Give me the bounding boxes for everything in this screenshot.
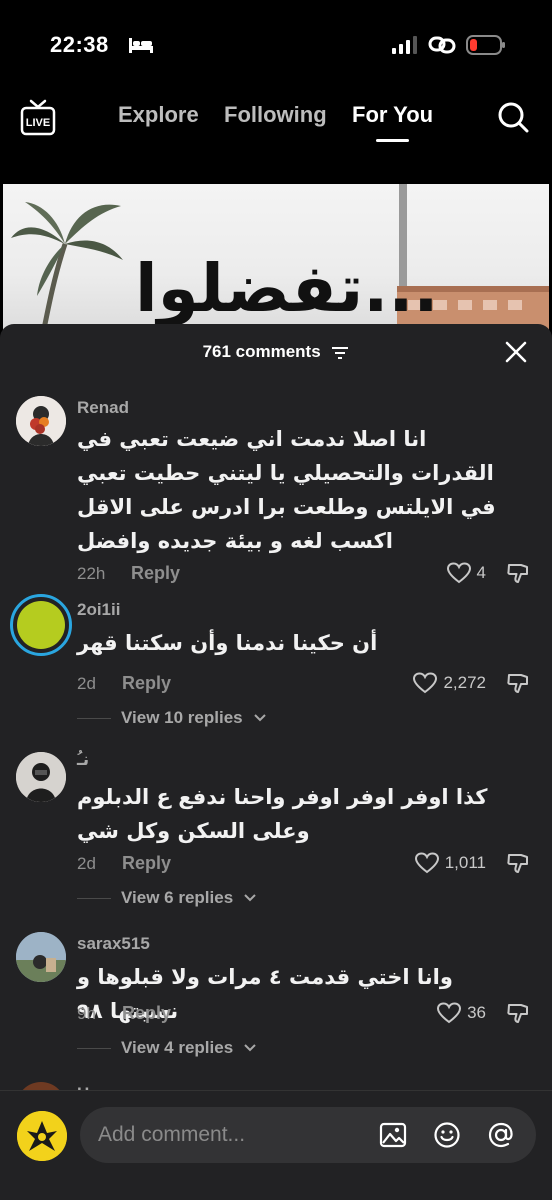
view-replies-row[interactable]: View 4 replies	[77, 1038, 257, 1058]
view-replies-button[interactable]: View 10 replies	[121, 708, 243, 728]
tab-for-you[interactable]: For You	[352, 102, 433, 128]
avatar-person-image	[16, 752, 66, 802]
like-button[interactable]: 4	[446, 562, 486, 584]
cellular-signal-icon	[392, 36, 417, 54]
replies-divider	[77, 897, 111, 899]
comment-username[interactable]: Renad	[77, 398, 129, 418]
comment-text: كذا اوفر اوفر اوفر واحنا ندفع ع الدبلوم …	[77, 785, 488, 843]
avatar[interactable]	[16, 932, 66, 982]
chevron-down-icon	[244, 1044, 256, 1052]
view-replies-button[interactable]: View 4 replies	[121, 1038, 233, 1058]
heart-icon	[413, 672, 438, 694]
view-replies-row[interactable]: View 10 replies	[77, 708, 267, 728]
battery-icon	[466, 35, 505, 55]
emoji-icon[interactable]	[433, 1121, 461, 1149]
reply-button[interactable]: Reply	[131, 563, 180, 584]
hotspot-link-icon	[428, 36, 456, 54]
comment-text: انا اصلا ندمت اني ضيعت تعبي في القدرات و…	[77, 427, 496, 553]
heart-icon	[414, 852, 439, 874]
comment-timestamp: 2d	[77, 674, 96, 693]
top-navigation: LIVE Explore Following For You	[0, 90, 552, 180]
comment-item: 2oi1ii أن حكينا ندمنا وأن سكتنا قهر 2d R…	[0, 594, 552, 734]
avatar[interactable]	[16, 752, 66, 802]
video-frame: تفضلوا...	[3, 184, 549, 330]
replies-divider	[77, 717, 111, 719]
comment-timestamp: 9h	[77, 1004, 96, 1023]
like-count: 4	[476, 563, 486, 582]
like-count: 2,272	[443, 673, 486, 692]
avatar[interactable]	[10, 594, 72, 656]
video-preview[interactable]: تفضلوا...	[0, 180, 552, 330]
replies-divider	[77, 1047, 111, 1049]
view-replies-row[interactable]: View 6 replies	[77, 888, 257, 908]
comment-count: 761 comments	[202, 342, 321, 361]
comment-timestamp: 22h	[77, 564, 106, 583]
comment-input[interactable]	[80, 1107, 536, 1163]
view-replies-button[interactable]: View 6 replies	[121, 888, 233, 908]
comment-username[interactable]: sarax515	[77, 934, 150, 954]
comment-item: نـُ كذا اوفر اوفر اوفر واحنا ندفع ع الدب…	[0, 750, 552, 910]
chevron-down-icon	[244, 894, 256, 902]
like-count: 1,011	[444, 853, 486, 872]
avatar-landscape-image	[16, 932, 66, 982]
avatar-green-circle	[17, 601, 65, 649]
comments-header: 761 comments	[0, 324, 552, 380]
reply-button[interactable]: Reply	[122, 1003, 171, 1024]
reply-button[interactable]: Reply	[122, 853, 171, 874]
my-avatar[interactable]	[17, 1111, 67, 1161]
reply-button[interactable]: Reply	[122, 673, 171, 694]
dislike-icon[interactable]	[506, 561, 530, 585]
live-tv-icon[interactable]: LIVE	[20, 98, 56, 138]
image-icon[interactable]	[379, 1121, 407, 1149]
dislike-icon[interactable]	[506, 851, 530, 875]
tab-explore[interactable]: Explore	[118, 102, 199, 128]
comment-text: أن حكينا ندمنا وأن سكتنا قهر	[77, 631, 378, 655]
svg-text:LIVE: LIVE	[26, 117, 50, 129]
active-tab-indicator	[376, 139, 409, 142]
heart-icon	[437, 1002, 462, 1024]
avatar[interactable]	[16, 396, 66, 446]
like-button[interactable]: 36	[437, 1002, 486, 1024]
comment-composer	[0, 1090, 552, 1200]
like-button[interactable]: 1,011	[414, 852, 486, 874]
dislike-icon[interactable]	[506, 671, 530, 695]
status-time: 22:38	[50, 32, 109, 57]
tab-following[interactable]: Following	[224, 102, 327, 128]
like-button[interactable]: 2,272	[413, 672, 486, 694]
status-bar: 22:38	[0, 0, 552, 90]
close-icon[interactable]	[504, 340, 528, 364]
sleep-bed-icon	[129, 38, 153, 53]
comment-timestamp: 2d	[77, 854, 96, 873]
mention-icon[interactable]	[487, 1121, 515, 1149]
comment-item: Renad انا اصلا ندمت اني ضيعت تعبي في الق…	[0, 394, 552, 604]
dislike-icon[interactable]	[506, 1001, 530, 1025]
comments-title: 761 comments	[0, 342, 552, 362]
avatar-character-image	[17, 1111, 67, 1161]
comment-username[interactable]: نـُ	[77, 750, 89, 770]
search-icon[interactable]	[496, 100, 530, 134]
comments-sheet: 761 comments Renad انا اصلا ندمت اني ضيع…	[0, 324, 552, 1200]
comment-username[interactable]: 2oi1ii	[77, 600, 120, 620]
like-count: 36	[467, 1003, 486, 1022]
heart-icon	[446, 562, 471, 584]
avatar-flowers-image	[16, 396, 66, 446]
comment-item: sarax515 وانا اختي قدمت ٤ مرات ولا قبلوه…	[0, 930, 552, 1070]
chevron-down-icon	[253, 714, 266, 722]
filter-icon[interactable]	[331, 346, 349, 360]
video-caption: تفضلوا...	[135, 250, 440, 327]
